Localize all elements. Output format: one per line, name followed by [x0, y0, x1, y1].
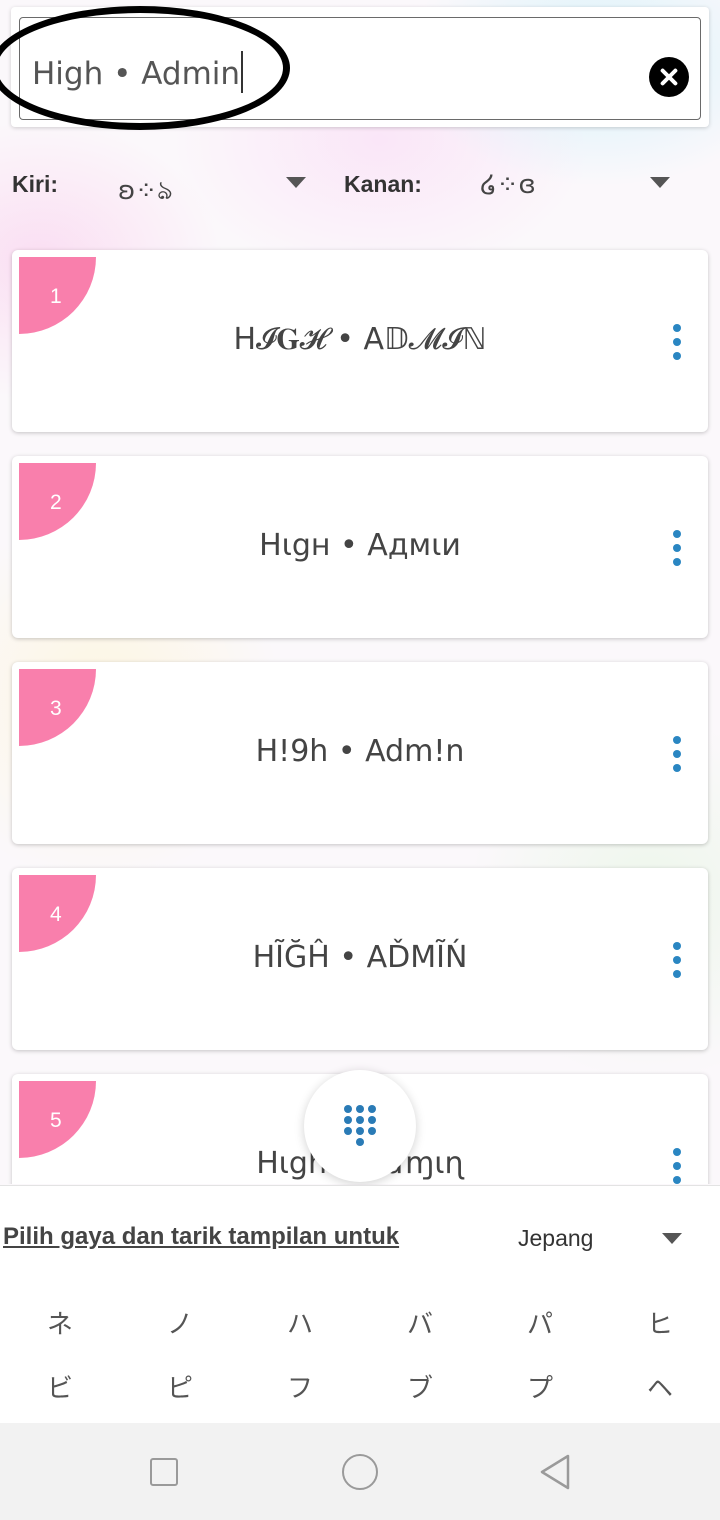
- language-value: Jepang: [518, 1225, 594, 1251]
- keypad-button[interactable]: [304, 1070, 416, 1182]
- result-card[interactable]: 3 H!9h • Adm!n: [12, 662, 708, 844]
- chevron-down-icon: [650, 177, 670, 188]
- result-card[interactable]: 1 H𝓘𝐆𝓗 • A𝔻𝓜𝓘ℕ: [12, 250, 708, 432]
- system-nav-bar: [0, 1423, 720, 1520]
- right-decoration-value: ໒⁘ɞ: [480, 170, 536, 200]
- result-card[interactable]: 4 HĨĞĤ • AĎMĨŃ: [12, 868, 708, 1050]
- result-card[interactable]: 2 Hιgн • Aдмιи: [12, 456, 708, 638]
- chevron-down-icon: [662, 1233, 682, 1244]
- kana-key[interactable]: ヒ: [620, 1304, 700, 1341]
- left-decoration-value: ʚ⁘ঌ: [118, 176, 173, 206]
- styled-text: H!9h • Adm!n: [255, 734, 465, 769]
- more-vert-icon[interactable]: [666, 324, 686, 362]
- more-vert-icon[interactable]: [666, 1148, 686, 1184]
- kana-key[interactable]: バ: [380, 1304, 460, 1341]
- right-label: Kanan:: [344, 171, 422, 197]
- instruction-link[interactable]: Pilih gaya dan tarik tampilan untuk: [3, 1223, 399, 1251]
- language-select[interactable]: Jepang: [510, 1214, 700, 1262]
- kana-key[interactable]: ノ: [140, 1304, 220, 1341]
- left-label: Kiri:: [12, 171, 58, 197]
- bottom-panel: Pilih gaya dan tarik tampilan untuk Jepa…: [0, 1185, 720, 1423]
- more-vert-icon[interactable]: [666, 942, 686, 980]
- kana-key[interactable]: ピ: [140, 1368, 220, 1405]
- left-decoration-select[interactable]: ʚ⁘ঌ: [110, 160, 310, 220]
- clear-icon[interactable]: [649, 57, 689, 97]
- decoration-row: Kiri: ʚ⁘ঌ Kanan: ໒⁘ɞ: [0, 160, 720, 220]
- right-decoration-select[interactable]: ໒⁘ɞ: [470, 160, 680, 220]
- kana-key[interactable]: プ: [500, 1368, 580, 1405]
- kana-key[interactable]: ハ: [260, 1304, 340, 1341]
- kana-key[interactable]: ヘ: [620, 1368, 700, 1405]
- recents-icon[interactable]: [150, 1458, 178, 1486]
- kana-key[interactable]: フ: [260, 1368, 340, 1405]
- home-icon[interactable]: [342, 1454, 378, 1490]
- chevron-down-icon: [286, 177, 306, 188]
- more-vert-icon[interactable]: [666, 530, 686, 568]
- styled-text: HĨĞĤ • AĎMĨŃ: [252, 940, 468, 975]
- kana-key[interactable]: ビ: [20, 1368, 100, 1405]
- back-icon[interactable]: [538, 1453, 574, 1491]
- kana-key[interactable]: ブ: [380, 1368, 460, 1405]
- kana-key[interactable]: パ: [500, 1304, 580, 1341]
- kana-key[interactable]: ネ: [20, 1304, 100, 1341]
- styled-text: Hιgн • Aдмιи: [259, 528, 461, 563]
- more-vert-icon[interactable]: [666, 736, 686, 774]
- styled-text: H𝓘𝐆𝓗 • A𝔻𝓜𝓘ℕ: [233, 322, 487, 357]
- annotation-circle: [0, 6, 290, 130]
